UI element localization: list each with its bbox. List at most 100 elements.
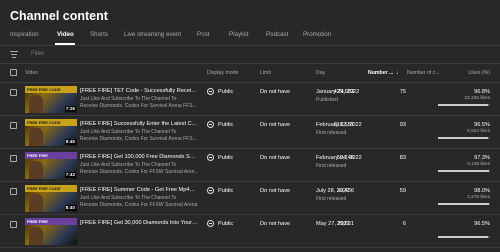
- tab-playlist[interactable]: Playlist: [229, 31, 249, 38]
- video-description-line: Receive Diamonds, Codes For FFSW Surviva…: [80, 201, 198, 208]
- filter-bar[interactable]: Filter: [0, 46, 500, 63]
- comments-value: 83: [399, 155, 406, 161]
- tab-promotion[interactable]: Promotion: [303, 31, 331, 38]
- likes-percent: 96.5%: [474, 221, 490, 227]
- likes-percent: 96.5%: [474, 122, 490, 128]
- video-description: Just Like And Subscribe To The Channel T…: [80, 96, 198, 110]
- likes-count: 6,934 likes: [467, 129, 490, 134]
- tab-video[interactable]: Video: [57, 31, 74, 38]
- table-row[interactable]: FREE FIRE [FREE FIRE] Get 30,000 Diamond…: [0, 215, 500, 248]
- thumbnail-figure: [29, 161, 43, 179]
- video-description-line: Receive Diamonds, Codes For FFSW Surviva…: [80, 168, 198, 175]
- video-thumbnail[interactable]: FREE FIRE CODE 9:45: [25, 119, 77, 146]
- thumbnail-banner: FREE FIRE CODE: [25, 86, 77, 93]
- row-checkbox[interactable]: [10, 221, 17, 228]
- thumbnail-banner: FREE FIRE: [25, 218, 77, 225]
- views-value: 429,653: [333, 89, 354, 95]
- views-value: 218,581: [333, 122, 354, 128]
- table-row[interactable]: FREE FIRE CODE 8:40 [FREE FIRE] Summer C…: [0, 182, 500, 215]
- row-checkbox[interactable]: [10, 122, 17, 129]
- video-thumbnail[interactable]: FREE FIRE: [25, 218, 77, 245]
- select-all-checkbox[interactable]: [10, 69, 17, 76]
- arrow-down-icon: ↓: [395, 70, 399, 76]
- globe-icon: [207, 187, 214, 194]
- visibility-value[interactable]: Public: [218, 221, 233, 227]
- restrictions-value: Do not have: [260, 188, 291, 194]
- likes-bar-fill: [438, 104, 489, 106]
- column-limit[interactable]: Limit: [260, 70, 271, 76]
- likes-bar: [438, 236, 490, 238]
- video-description-line: Just Like And Subscribe To The Channel T…: [80, 96, 177, 102]
- column-video[interactable]: Video: [25, 70, 38, 76]
- visibility-value[interactable]: Public: [218, 122, 233, 128]
- visibility-value[interactable]: Public: [218, 188, 233, 194]
- filter-lines-icon[interactable]: [10, 51, 18, 58]
- tab-shorts[interactable]: Shorts: [90, 31, 108, 38]
- thumbnail-figure: [29, 194, 43, 212]
- comments-value: 59: [399, 188, 406, 194]
- column-views-label: Number ...: [368, 70, 394, 76]
- date-status: First released: [316, 130, 347, 136]
- video-thumbnail[interactable]: FREE FIRE CODE 8:40: [25, 185, 77, 212]
- likes-bar-fill: [438, 236, 489, 238]
- globe-icon: [207, 88, 214, 95]
- likes-bar-fill: [438, 170, 489, 172]
- table-header: Video Display mode Limit Day Number ... …: [0, 64, 500, 82]
- thumbnail-banner: FREE FIRE CODE: [25, 119, 77, 126]
- video-description: Just Like And Subscribe To The Channel T…: [80, 162, 198, 176]
- column-day[interactable]: Day: [316, 70, 325, 76]
- likes-bar-fill: [438, 137, 489, 139]
- video-title[interactable]: [FREE FIRE] Get 30,000 Diamonds Into You…: [80, 220, 198, 226]
- tab-live[interactable]: Live streaming event: [124, 31, 181, 38]
- row-checkbox[interactable]: [10, 155, 17, 162]
- thumbnail-figure: [29, 227, 43, 245]
- video-thumbnail[interactable]: FREE FIRE 7:43: [25, 152, 77, 179]
- video-duration: 7:16: [64, 106, 76, 112]
- video-title[interactable]: [FREE FIRE] Get 100,000 Free Diamonds Su…: [80, 154, 198, 160]
- likes-percent: 98.0%: [474, 188, 490, 194]
- video-thumbnail[interactable]: FREE FIRE CODE 7:16: [25, 86, 77, 113]
- likes-count: 2,275 likes: [467, 195, 490, 200]
- tab-post[interactable]: Post: [197, 31, 209, 38]
- video-description-line: Just Like And Subscribe To The Channel T…: [80, 195, 177, 201]
- likes-percent: 97.3%: [474, 155, 490, 161]
- row-divider: [0, 247, 500, 248]
- thumbnail-banner: FREE FIRE: [25, 152, 77, 159]
- visibility-value[interactable]: Public: [218, 89, 233, 95]
- likes-bar: [438, 203, 490, 205]
- views-value: 50,746: [336, 155, 354, 161]
- filter-input[interactable]: Filter: [31, 51, 44, 57]
- video-title[interactable]: [FREE FIRE] Summer Code - Get Free Mp40 …: [80, 187, 198, 193]
- thumbnail-figure: [29, 128, 43, 146]
- restrictions-value: Do not have: [260, 155, 291, 161]
- restrictions-value: Do not have: [260, 221, 291, 227]
- table-row[interactable]: FREE FIRE CODE 9:45 [FREE FIRE] Successf…: [0, 116, 500, 149]
- views-value: 32,436: [336, 188, 354, 194]
- views-value: 29,631: [336, 221, 354, 227]
- tab-podcast[interactable]: Podcast: [266, 31, 288, 38]
- likes-count: 3,108 likes: [467, 162, 490, 167]
- video-description: Just Like And Subscribe To The Channel T…: [80, 129, 198, 143]
- column-display-mode[interactable]: Display mode: [207, 70, 238, 76]
- globe-icon: [207, 121, 214, 128]
- table-row[interactable]: FREE FIRE CODE 7:16 [FREE FIRE] TET Code…: [0, 83, 500, 116]
- column-views[interactable]: Number ... ↓: [368, 70, 398, 76]
- comments-value: 6: [402, 221, 406, 227]
- date-status: First released: [316, 163, 347, 169]
- video-description-line: Receive Diamonds, Codes For Survival Are…: [80, 135, 197, 142]
- comments-value: 75: [399, 89, 406, 95]
- restrictions-value: Do not have: [260, 122, 291, 128]
- video-title[interactable]: [FREE FIRE] Successfully Enter the Lates…: [80, 121, 198, 127]
- row-checkbox[interactable]: [10, 188, 17, 195]
- content-tabs: Inspiration Video Shorts Live streaming …: [0, 27, 500, 45]
- column-comments[interactable]: Number of c...: [407, 70, 440, 76]
- row-checkbox[interactable]: [10, 89, 17, 96]
- table-row[interactable]: FREE FIRE 7:43 [FREE FIRE] Get 100,000 F…: [0, 149, 500, 182]
- likes-count: 23,336 likes: [464, 96, 490, 101]
- visibility-value[interactable]: Public: [218, 155, 233, 161]
- date-status: Published: [316, 97, 338, 103]
- tab-inspiration[interactable]: Inspiration: [10, 31, 39, 38]
- likes-bar-fill: [438, 203, 489, 205]
- column-likes[interactable]: Likes (%): [468, 70, 490, 76]
- video-title[interactable]: [FREE FIRE] TET Code - Successfully Rece…: [80, 88, 198, 94]
